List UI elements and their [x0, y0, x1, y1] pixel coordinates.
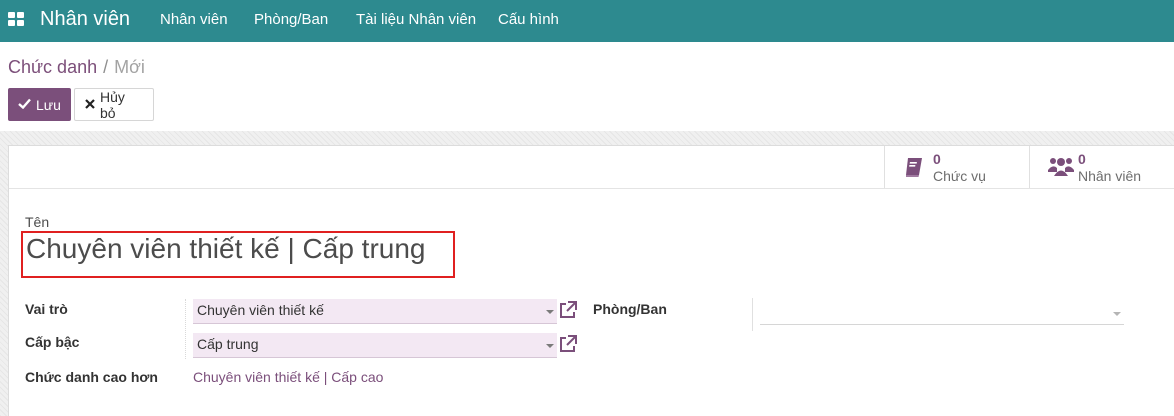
- job-positions-label: Chức vụ: [933, 168, 986, 184]
- highlight-annotation: [21, 231, 455, 278]
- book-icon: [906, 158, 922, 177]
- top-navbar: Nhân viên Nhân viên Phòng/Ban Tài liệu N…: [0, 0, 1174, 42]
- job-positions-count: 0: [933, 151, 941, 167]
- breadcrumb: Chức danh / Mới: [8, 57, 145, 78]
- close-icon: [85, 97, 95, 112]
- job-positions-button[interactable]: 0 Chức vụ: [884, 146, 1029, 189]
- employees-button[interactable]: 0 Nhân viên: [1029, 146, 1174, 189]
- chevron-down-icon[interactable]: [546, 310, 554, 314]
- save-button-label: Lưu: [36, 96, 61, 113]
- menu-item-departments[interactable]: Phòng/Ban: [254, 11, 328, 28]
- chevron-down-icon[interactable]: [546, 344, 554, 348]
- name-label: Tên: [25, 214, 50, 230]
- level-label: Cấp bậc: [25, 334, 80, 350]
- check-icon: [18, 97, 31, 112]
- employees-label: Nhân viên: [1078, 168, 1142, 184]
- discard-button-label: Hủy bỏ: [100, 88, 125, 121]
- field-guide: [185, 299, 186, 359]
- parent-position-link[interactable]: Chuyên viên thiết kế | Cấp cao: [193, 369, 383, 385]
- department-select[interactable]: [760, 301, 1124, 325]
- role-value: Chuyên viên thiết kế: [197, 302, 324, 318]
- parent-position-label: Chức danh cao hơn: [25, 369, 158, 385]
- breadcrumb-current: Mới: [114, 57, 145, 77]
- external-link-icon[interactable]: [558, 334, 578, 354]
- role-select[interactable]: Chuyên viên thiết kế: [193, 299, 557, 324]
- level-select[interactable]: Cấp trung: [193, 333, 557, 358]
- app-title[interactable]: Nhân viên: [40, 8, 130, 31]
- users-icon: [1048, 158, 1074, 176]
- role-label: Vai trò: [25, 301, 68, 317]
- breadcrumb-separator: /: [103, 57, 109, 77]
- sheet-divider: [9, 188, 1174, 189]
- apps-grid-icon[interactable]: [8, 12, 26, 28]
- column-divider: [752, 298, 753, 331]
- menu-item-employees[interactable]: Nhân viên: [160, 11, 228, 28]
- menu-item-configuration[interactable]: Cấu hình: [498, 11, 559, 28]
- breadcrumb-parent[interactable]: Chức danh: [8, 57, 97, 77]
- chevron-down-icon[interactable]: [1113, 312, 1121, 316]
- save-button[interactable]: Lưu: [8, 88, 71, 121]
- external-link-icon[interactable]: [558, 300, 578, 320]
- employees-count: 0: [1078, 151, 1086, 167]
- menu-item-employee-documents[interactable]: Tài liệu Nhân viên: [356, 11, 476, 28]
- discard-button[interactable]: Hủy bỏ: [74, 88, 154, 121]
- level-value: Cấp trung: [197, 336, 259, 352]
- smart-button-box: 0 Chức vụ 0 Nhân viên: [884, 146, 1174, 189]
- department-label: Phòng/Ban: [593, 301, 667, 317]
